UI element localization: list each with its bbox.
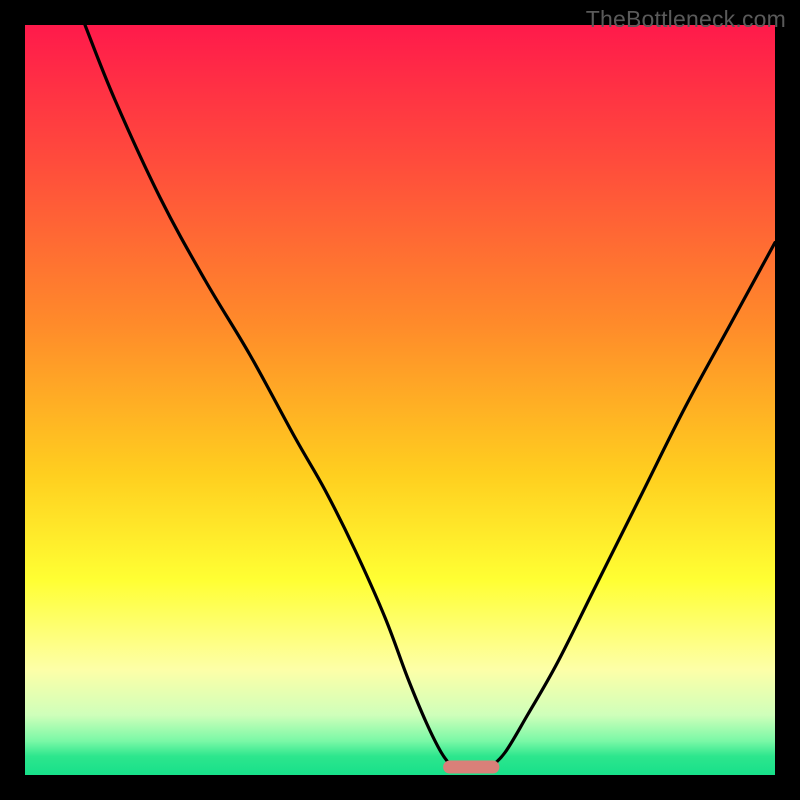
bottleneck-chart [25, 25, 775, 775]
gradient-background [25, 25, 775, 775]
plot-area [25, 25, 775, 775]
chart-frame: TheBottleneck.com [0, 0, 800, 800]
minimum-marker [443, 761, 499, 774]
min-marker-pill [443, 761, 499, 774]
watermark-text: TheBottleneck.com [586, 6, 786, 33]
